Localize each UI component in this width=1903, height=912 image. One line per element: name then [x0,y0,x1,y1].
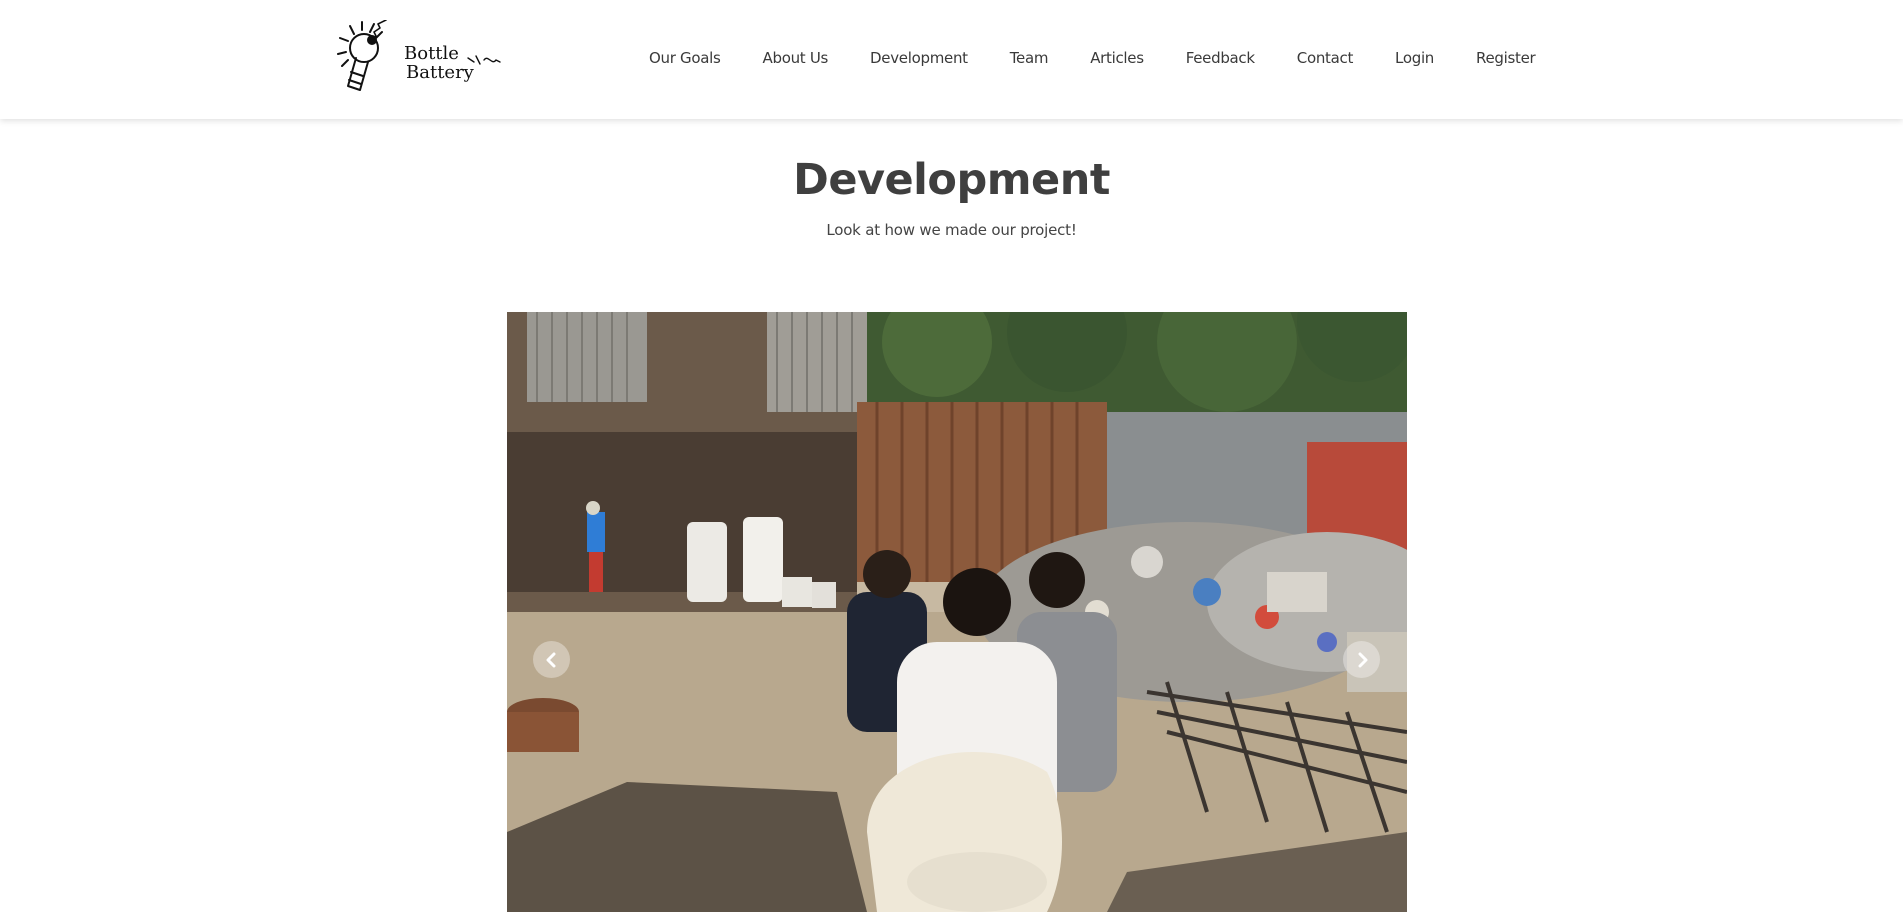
nav-our-goals[interactable]: Our Goals [628,45,742,71]
chevron-right-icon [1358,652,1367,667]
chevron-left-icon [546,652,555,667]
nav-feedback[interactable]: Feedback [1165,45,1276,71]
squiggle-decoration [467,55,501,65]
nav-register[interactable]: Register [1455,45,1556,71]
carousel-prev-button[interactable] [533,641,570,678]
brand-logo[interactable]: Bottle Battery [336,20,502,94]
image-carousel[interactable] [507,312,1407,912]
nav-about-us[interactable]: About Us [742,45,850,71]
nav-articles[interactable]: Articles [1069,45,1165,71]
brand-name-line2: Battery [406,62,474,83]
nav-login[interactable]: Login [1374,45,1455,71]
page-title: Development [793,155,1110,205]
carousel-photo [507,312,1407,912]
nav-contact[interactable]: Contact [1276,45,1374,71]
lightbulb-bottle-icon [337,20,387,91]
nav-team[interactable]: Team [989,45,1069,71]
brand-name: Bottle Battery [404,44,474,82]
navbar: Bottle Battery Our Goals About Us Develo… [0,0,1903,119]
development-section-header: Development Look at how we made our proj… [0,150,1903,239]
page-subtitle: Look at how we made our project! [826,221,1077,239]
brand-name-line1: Bottle [404,43,459,64]
nav-development[interactable]: Development [849,45,989,71]
main-nav: Our Goals About Us Development Team Arti… [628,44,1556,72]
carousel-next-button[interactable] [1343,641,1380,678]
